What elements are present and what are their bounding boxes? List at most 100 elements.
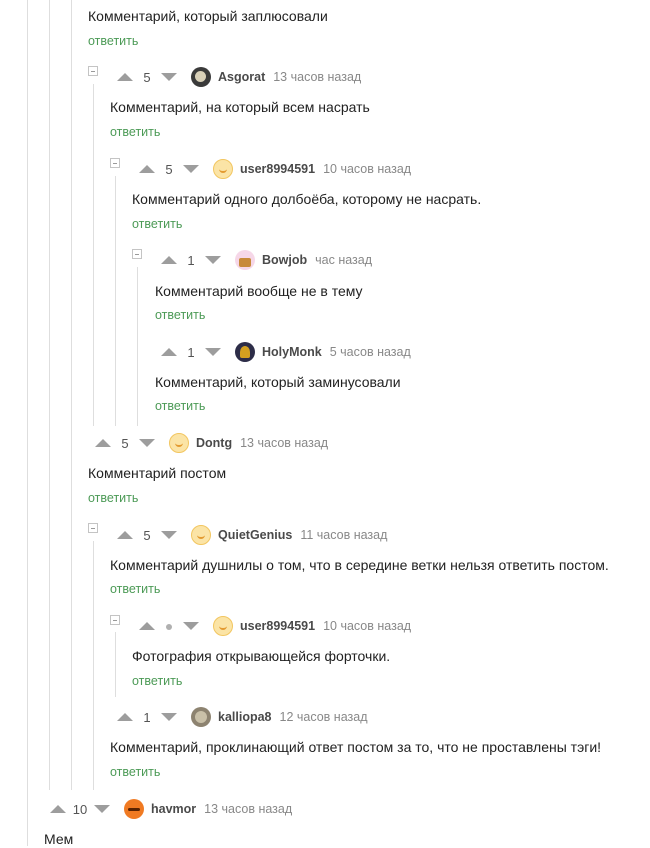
comment-header: 5 Dontg 13 часов назад [95, 433, 328, 453]
comment-text: Комментарий, который заминусовали [155, 374, 401, 390]
thread-line [93, 541, 94, 790]
downvote-icon[interactable] [205, 348, 221, 356]
reply-link[interactable]: ответить [110, 764, 160, 780]
reply-link[interactable]: ответить [110, 124, 160, 140]
rating-value: 5 [143, 527, 151, 543]
orange-avatar[interactable] [124, 799, 144, 819]
vote-box: 1 [161, 253, 221, 268]
vote-box [139, 619, 199, 634]
default-avatar[interactable] [169, 433, 189, 453]
vote-box: 5 [117, 70, 177, 85]
comment-header: 10 havmor 13 часов назад [50, 799, 292, 819]
cupcake-avatar[interactable] [235, 250, 255, 270]
upvote-icon[interactable] [95, 439, 111, 447]
comment-header: 5 Asgorat 13 часов назад [117, 67, 361, 87]
collapse-thread-button[interactable] [88, 66, 98, 76]
default-avatar[interactable] [213, 159, 233, 179]
rating-value: 10 [72, 801, 88, 817]
upvote-icon[interactable] [50, 805, 66, 813]
thread-line [27, 0, 28, 846]
vote-box: 1 [117, 710, 177, 725]
thread-line [49, 0, 50, 790]
timestamp[interactable]: 5 часов назад [330, 345, 411, 359]
vote-box: 5 [139, 162, 199, 177]
collapse-thread-button[interactable] [110, 615, 120, 625]
comment-text: Комментарий душнилы о том, что в середин… [110, 557, 609, 573]
timestamp[interactable]: 11 часов назад [300, 528, 387, 542]
comment-text: Комментарий постом [88, 465, 227, 481]
thread-line [115, 176, 116, 426]
downvote-icon[interactable] [94, 805, 110, 813]
comment-text: Комментарий, проклинающий ответ постом з… [110, 739, 602, 755]
upvote-icon[interactable] [161, 348, 177, 356]
comment-text: Комментарий одного долбоёба, которому не… [132, 191, 482, 207]
username[interactable]: HolyMonk [262, 345, 322, 359]
username[interactable]: Dontg [196, 436, 232, 450]
rating-neutral-dot [155, 619, 183, 634]
asgorat-avatar[interactable] [191, 67, 211, 87]
thread-line [93, 84, 94, 426]
username[interactable]: havmor [151, 802, 196, 816]
timestamp[interactable]: 10 часов назад [323, 619, 411, 633]
reply-link[interactable]: ответить [88, 33, 138, 49]
default-avatar[interactable] [191, 525, 211, 545]
timestamp[interactable]: 10 часов назад [323, 162, 411, 176]
rating-value: 5 [165, 161, 173, 177]
upvote-icon[interactable] [117, 73, 133, 81]
reply-link[interactable]: ответить [155, 398, 205, 414]
username[interactable]: Asgorat [218, 70, 265, 84]
upvote-icon[interactable] [161, 256, 177, 264]
comment-header: 5 user8994591 10 часов назад [139, 159, 411, 179]
reply-link[interactable]: ответить [88, 490, 138, 506]
comment-header: user8994591 10 часов назад [139, 616, 411, 636]
vote-box: 1 [161, 345, 221, 360]
upvote-icon[interactable] [139, 622, 155, 630]
reply-link[interactable]: ответить [132, 673, 182, 689]
thread-line [71, 0, 72, 790]
downvote-icon[interactable] [161, 531, 177, 539]
comment-header: 1 kalliopa8 12 часов назад [117, 707, 368, 727]
username[interactable]: user8994591 [240, 162, 315, 176]
vote-box: 5 [117, 528, 177, 543]
comment-text: Комментарий, на который всем насрать [110, 99, 370, 115]
downvote-icon[interactable] [161, 73, 177, 81]
comment-text: Мем [44, 831, 74, 847]
username[interactable]: QuietGenius [218, 528, 292, 542]
kalliopa-avatar[interactable] [191, 707, 211, 727]
comment-text: Комментарий вообще не в тему [155, 283, 363, 299]
upvote-icon[interactable] [139, 165, 155, 173]
username[interactable]: user8994591 [240, 619, 315, 633]
comment-header: 1 Bowjob час назад [161, 250, 372, 270]
timestamp[interactable]: 12 часов назад [280, 710, 368, 724]
downvote-icon[interactable] [161, 713, 177, 721]
vote-box: 5 [95, 436, 155, 451]
thread-line [115, 632, 116, 697]
downvote-icon[interactable] [183, 622, 199, 630]
comment-text: Комментарий, который заплюсовали [88, 8, 328, 24]
reply-link[interactable]: ответить [132, 216, 182, 232]
upvote-icon[interactable] [117, 713, 133, 721]
vote-box: 10 [50, 802, 110, 817]
timestamp[interactable]: 13 часов назад [273, 70, 361, 84]
downvote-icon[interactable] [139, 439, 155, 447]
rating-value: 5 [121, 435, 129, 451]
comment-header: 5 QuietGenius 11 часов назад [117, 525, 387, 545]
collapse-thread-button[interactable] [132, 249, 142, 259]
reply-link[interactable]: ответить [155, 307, 205, 323]
username[interactable]: kalliopa8 [218, 710, 272, 724]
comment-text: Фотография открывающейся форточки. [132, 648, 391, 664]
timestamp[interactable]: 13 часов назад [204, 802, 292, 816]
thread-line [137, 267, 138, 426]
downvote-icon[interactable] [183, 165, 199, 173]
timestamp[interactable]: час назад [315, 253, 372, 267]
upvote-icon[interactable] [117, 531, 133, 539]
rating-value: 5 [143, 69, 151, 85]
collapse-thread-button[interactable] [88, 523, 98, 533]
downvote-icon[interactable] [205, 256, 221, 264]
default-avatar[interactable] [213, 616, 233, 636]
timestamp[interactable]: 13 часов назад [240, 436, 328, 450]
collapse-thread-button[interactable] [110, 158, 120, 168]
monk-avatar[interactable] [235, 342, 255, 362]
reply-link[interactable]: ответить [110, 581, 160, 597]
username[interactable]: Bowjob [262, 253, 307, 267]
